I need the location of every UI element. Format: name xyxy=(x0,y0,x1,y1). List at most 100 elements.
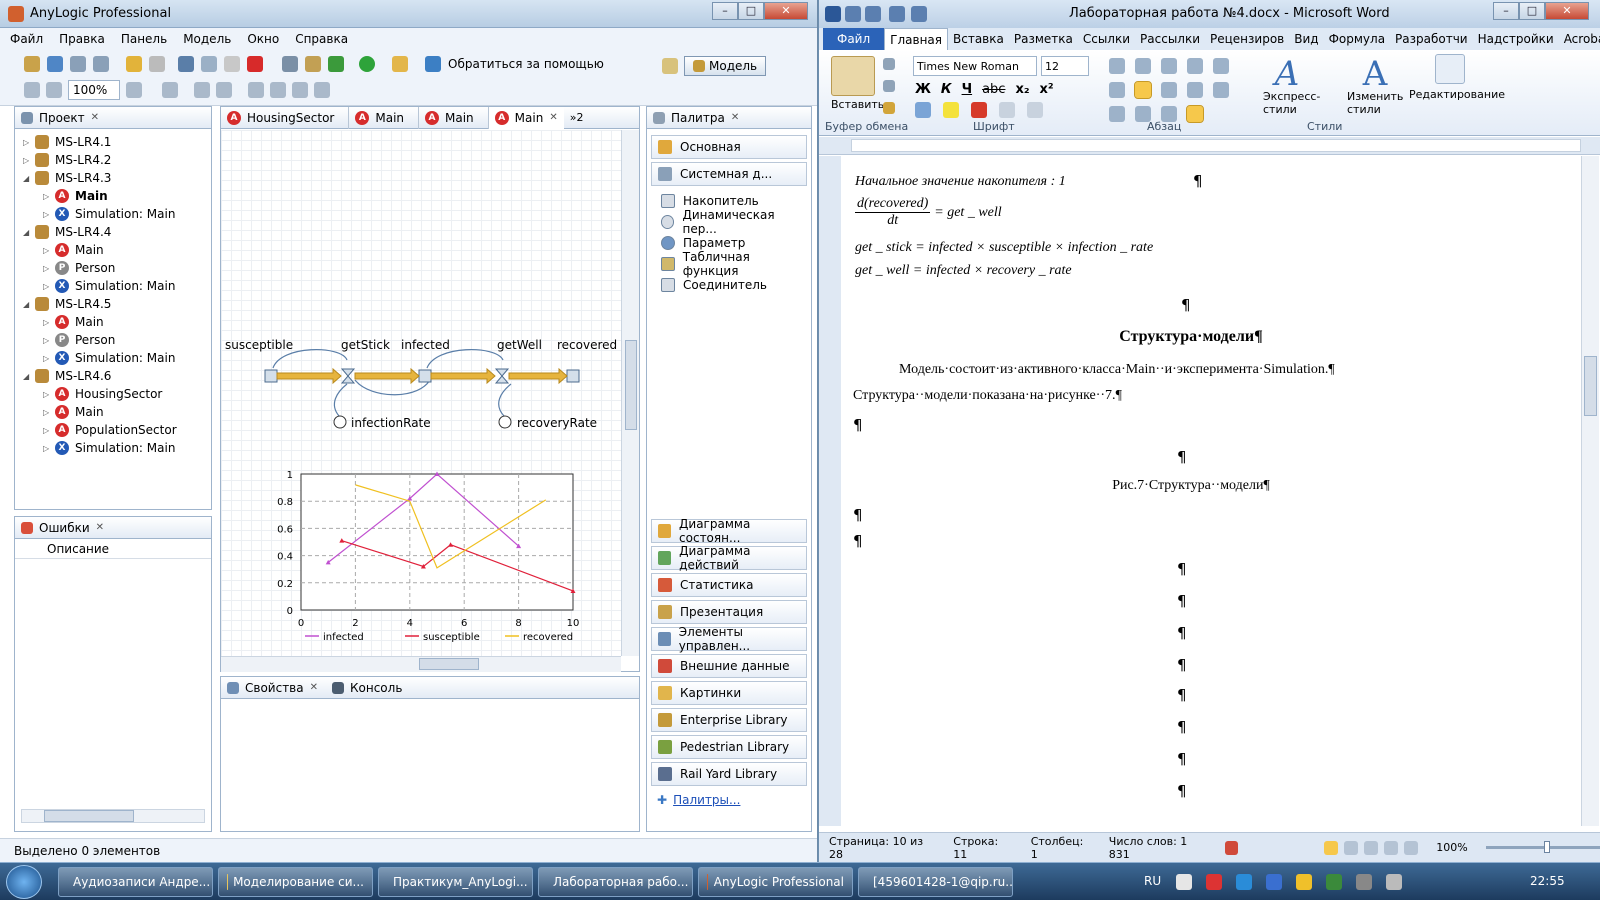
expand-icon[interactable]: ▷ xyxy=(23,156,35,165)
outline-icon[interactable] xyxy=(1384,840,1399,855)
perspective-icon[interactable] xyxy=(662,58,678,74)
cut-icon[interactable] xyxy=(883,58,895,70)
copy-icon[interactable] xyxy=(883,80,895,92)
font-size-combo[interactable]: 12 xyxy=(1041,56,1089,76)
paste-button[interactable]: Вставить xyxy=(831,98,884,111)
draft-icon[interactable] xyxy=(1404,840,1419,855)
palette-section[interactable]: Диаграмма состоян... xyxy=(651,517,807,545)
taskbar-item-audio[interactable]: Аудиозаписи Андре... xyxy=(58,867,213,897)
expand-icon[interactable]: ▷ xyxy=(43,318,55,327)
new-model-icon[interactable] xyxy=(24,56,40,72)
menu-panel[interactable]: Панель xyxy=(121,32,167,46)
tree-node[interactable]: ▷ P Person xyxy=(23,259,211,277)
expand-icon[interactable]: ▷ xyxy=(43,390,55,399)
equation-get-well[interactable]: get _ well = infected × recovery _ rate xyxy=(855,263,1072,279)
close-icon[interactable]: ✕ xyxy=(96,522,104,533)
tree-node[interactable]: ▷ MS-LR4.2 xyxy=(23,151,211,169)
change-styles-button[interactable]: Изменить стили xyxy=(1347,90,1403,116)
tree-node[interactable]: ◢ MS-LR4.4 xyxy=(23,223,211,241)
palettes-link[interactable]: ✚ Палитры... xyxy=(657,793,740,807)
recoveryrate-param-icon[interactable] xyxy=(498,415,512,429)
cut-icon[interactable] xyxy=(178,56,194,72)
line-spacing-icon[interactable] xyxy=(1213,82,1229,98)
infectionrate-label[interactable]: infectionRate xyxy=(351,416,431,430)
paste-icon[interactable] xyxy=(224,56,240,72)
expand-icon[interactable]: ◢ xyxy=(23,300,35,309)
undo-icon[interactable] xyxy=(126,56,142,72)
tray-icon[interactable] xyxy=(1326,874,1342,890)
superscript-button[interactable]: x² xyxy=(1040,82,1054,97)
numbering-icon[interactable] xyxy=(1135,58,1151,74)
taskbar-item-word-1[interactable]: Практикум_AnyLogi... xyxy=(378,867,533,897)
tab-insert[interactable]: Вставка xyxy=(948,28,1009,50)
console-tab[interactable]: Консоль xyxy=(350,681,402,695)
taskbar-item-qip[interactable]: [459601428-1@qip.ru... xyxy=(858,867,1013,897)
expand-icon[interactable]: ◢ xyxy=(23,174,35,183)
proofing-icon[interactable] xyxy=(1224,840,1239,855)
equation-derivative[interactable]: d(recovered) dt = get _ well xyxy=(855,196,1002,229)
zoom-slider-thumb[interactable] xyxy=(1543,841,1550,853)
taskbar-item-word-2[interactable]: Лабораторная рабо... xyxy=(538,867,693,897)
zoom-slider[interactable] xyxy=(1485,841,1600,853)
getstick-flow-pipe[interactable] xyxy=(276,367,342,385)
volume-icon[interactable] xyxy=(1386,874,1402,890)
taskbar-item-anylogic[interactable]: AnyLogic Professional xyxy=(698,867,853,897)
reading-view-icon[interactable] xyxy=(1344,840,1359,855)
tree-node[interactable]: ▷ A Main xyxy=(23,241,211,259)
figure-caption[interactable]: Рис.7·Структура··модели¶ xyxy=(841,478,1541,494)
scroll-thumb[interactable] xyxy=(1584,356,1597,416)
wizard-icon[interactable] xyxy=(392,56,408,72)
scroll-thumb[interactable] xyxy=(625,340,637,430)
expand-icon[interactable]: ▷ xyxy=(23,138,35,147)
canvas-hscrollbar[interactable] xyxy=(221,656,621,672)
equation-initial-value[interactable]: Начальное значение накопителя : 1 xyxy=(855,174,1066,190)
tree-node[interactable]: ◢ MS-LR4.5 xyxy=(23,295,211,313)
paste-icon[interactable] xyxy=(831,56,875,96)
package-icon[interactable] xyxy=(305,56,321,72)
expand-icon[interactable]: ▷ xyxy=(43,264,55,273)
tree-node[interactable]: ▷ X Simulation: Main xyxy=(23,277,211,295)
close-icon[interactable]: ✕ xyxy=(549,112,557,123)
scroll-thumb[interactable] xyxy=(419,658,479,670)
print-preview-icon[interactable] xyxy=(911,6,927,22)
paragraph-structure-shown[interactable]: Структура··модели·показана·на·рисунке··7… xyxy=(853,388,1122,404)
redo-icon[interactable] xyxy=(149,56,165,72)
align-right-icon[interactable] xyxy=(1161,82,1177,98)
word-count-status[interactable]: Число слов: 1 831 xyxy=(1109,835,1207,861)
tree-node[interactable]: ▷ A Main xyxy=(23,187,211,205)
quick-styles-icon[interactable]: A xyxy=(1267,54,1307,94)
web-layout-icon[interactable] xyxy=(1364,840,1379,855)
tab-view[interactable]: Вид xyxy=(1289,28,1323,50)
start-button[interactable] xyxy=(6,865,42,899)
save-icon[interactable] xyxy=(845,6,861,22)
menu-window[interactable]: Окно xyxy=(247,32,279,46)
decrease-indent-icon[interactable] xyxy=(1187,58,1203,74)
close-icon[interactable]: ✕ xyxy=(731,112,739,123)
editor-tab-housing[interactable]: A HousingSector xyxy=(221,106,350,129)
zoom-level[interactable]: 100% xyxy=(1436,841,1467,854)
clock[interactable]: 22:55 xyxy=(1530,874,1565,888)
tray-icon[interactable] xyxy=(1266,874,1282,890)
palette-section-main[interactable]: Основная xyxy=(651,135,807,159)
print-layout-icon[interactable] xyxy=(1324,840,1339,855)
recovered-stock[interactable] xyxy=(566,369,580,383)
close-button[interactable]: ✕ xyxy=(764,2,808,20)
tree-node[interactable]: ▷ P Person xyxy=(23,331,211,349)
getstick-flow-pipe[interactable] xyxy=(354,367,420,385)
palette-section[interactable]: Презентация xyxy=(651,600,807,624)
tab-acrobat[interactable]: Acrobat xyxy=(1559,28,1600,50)
format-painter-icon[interactable] xyxy=(883,102,895,114)
menu-help[interactable]: Справка xyxy=(295,32,348,46)
zoom-in-icon[interactable] xyxy=(126,82,142,98)
underline-button[interactable]: Ч xyxy=(962,82,973,97)
tray-icon[interactable] xyxy=(1236,874,1252,890)
tray-icon[interactable] xyxy=(1206,874,1222,890)
expand-icon[interactable]: ▷ xyxy=(43,336,55,345)
tree-node[interactable]: ▷ A HousingSector xyxy=(23,385,211,403)
expand-icon[interactable]: ▷ xyxy=(43,246,55,255)
change-case-icon[interactable] xyxy=(999,102,1015,118)
project-tab[interactable]: Проект xyxy=(39,111,85,125)
editor-tab-main-1[interactable]: A Main xyxy=(349,106,420,129)
recovered-label[interactable]: recovered xyxy=(557,338,617,352)
expand-icon[interactable]: ◢ xyxy=(23,228,35,237)
